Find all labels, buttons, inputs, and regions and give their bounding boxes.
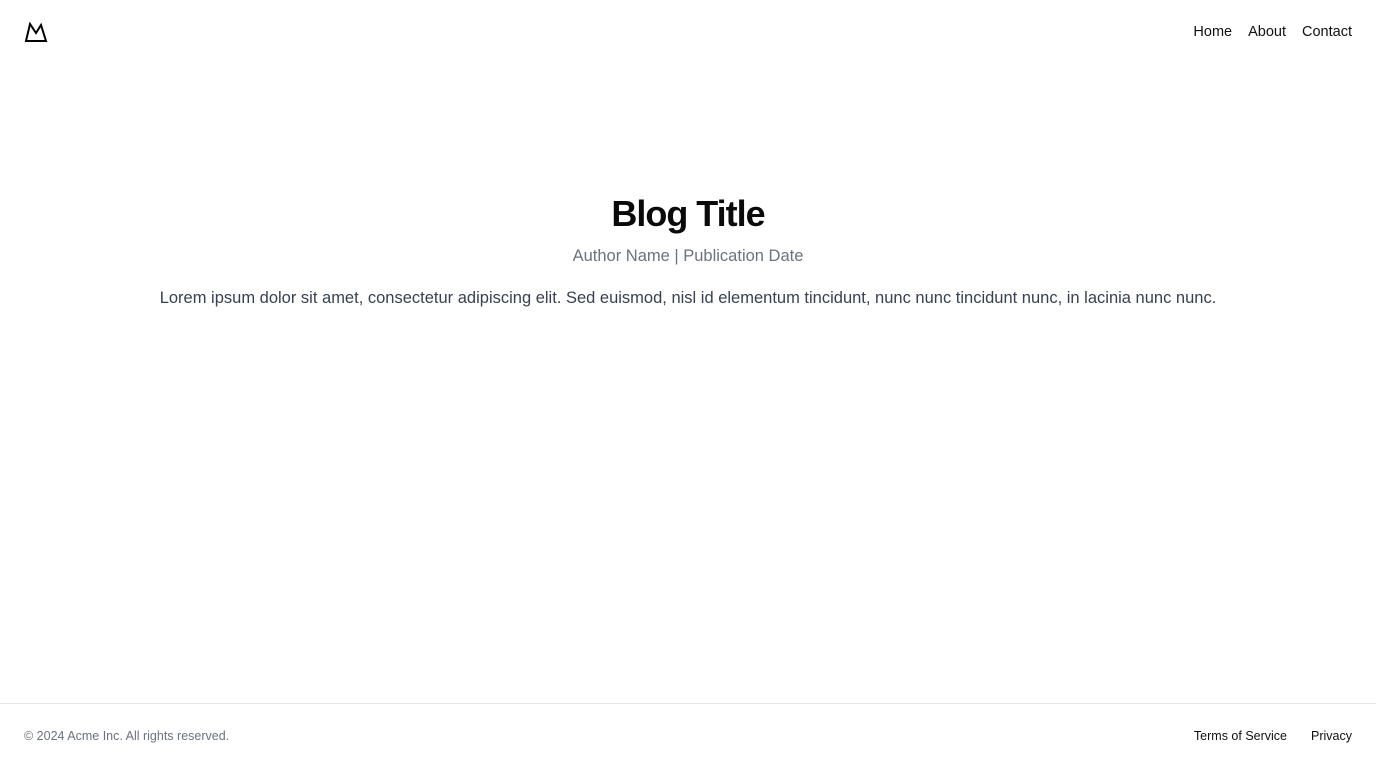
- article-body: Lorem ipsum dolor sit amet, consectetur …: [159, 289, 1217, 307]
- mountain-icon: [24, 20, 48, 44]
- site-header: Home About Contact: [0, 0, 1376, 64]
- page: Home About Contact Blog Title Author Nam…: [0, 0, 1376, 768]
- footer-link-terms[interactable]: Terms of Service: [1194, 729, 1287, 743]
- footer-link-privacy[interactable]: Privacy: [1311, 729, 1352, 743]
- nav-link-home[interactable]: Home: [1193, 24, 1232, 40]
- article-meta: Author Name | Publication Date: [572, 247, 804, 265]
- blog-title: Blog Title: [611, 193, 765, 234]
- main-nav: Home About Contact: [1193, 24, 1352, 40]
- article: Blog Title Author Name | Publication Dat…: [0, 190, 1376, 310]
- copyright-text: © 2024 Acme Inc. All rights reserved.: [24, 729, 230, 743]
- footer-nav: Terms of Service Privacy: [1194, 729, 1352, 743]
- nav-link-contact[interactable]: Contact: [1302, 24, 1352, 40]
- nav-link-about[interactable]: About: [1248, 24, 1286, 40]
- site-footer: © 2024 Acme Inc. All rights reserved. Te…: [0, 703, 1376, 768]
- logo-link[interactable]: [24, 20, 48, 44]
